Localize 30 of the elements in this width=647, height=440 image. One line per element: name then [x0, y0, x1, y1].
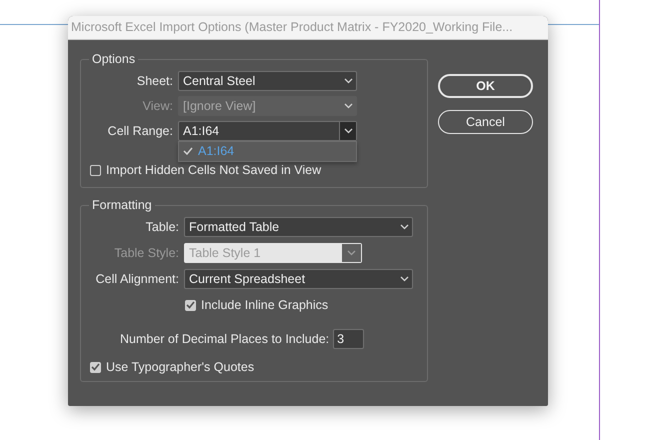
checkbox[interactable]: [185, 300, 196, 310]
group-title: Formatting: [91, 198, 153, 212]
field-label: Table:: [144, 220, 180, 234]
checkbox-label: Include Inline Graphics: [201, 298, 328, 312]
checkmark-icon: [183, 147, 193, 155]
field-label: Sheet:: [136, 74, 174, 88]
input-field[interactable]: 3: [333, 329, 364, 349]
chevron-down-icon: [400, 224, 408, 230]
dialog-button[interactable]: Cancel: [438, 110, 533, 134]
dialog-button[interactable]: OK: [438, 74, 533, 98]
field-label: Cell Alignment:: [94, 272, 180, 286]
checkbox-label: Use Typographer's Quotes: [106, 360, 254, 374]
field-label: View:: [142, 98, 174, 112]
window-title: Microsoft Excel Import Options (Master Product Matrix - FY2020_Working File...: [68, 16, 548, 40]
group-title: Options: [91, 52, 136, 66]
dropdown[interactable]: Formatted Table: [184, 217, 413, 237]
field-label: Number of Decimal Places to Include:: [120, 332, 330, 346]
checkbox[interactable]: [90, 164, 101, 176]
checkbox-label: Import Hidden Cells Not Saved in View: [106, 163, 322, 177]
dropdown[interactable]: A1:I64: [178, 120, 357, 140]
chevron-down-icon: [400, 276, 408, 282]
chevron-down-icon: [344, 102, 352, 108]
field-label: Cell Range:: [106, 124, 174, 138]
dropdown[interactable]: Current Spreadsheet: [184, 269, 413, 289]
dropdown[interactable]: Central Steel: [178, 70, 357, 90]
chevron-down-icon: [347, 250, 356, 256]
chevron-down-icon: [344, 78, 352, 84]
chevron-down-icon: [344, 128, 352, 134]
field-label: Table Style:: [113, 246, 180, 260]
checkbox[interactable]: [90, 362, 101, 372]
